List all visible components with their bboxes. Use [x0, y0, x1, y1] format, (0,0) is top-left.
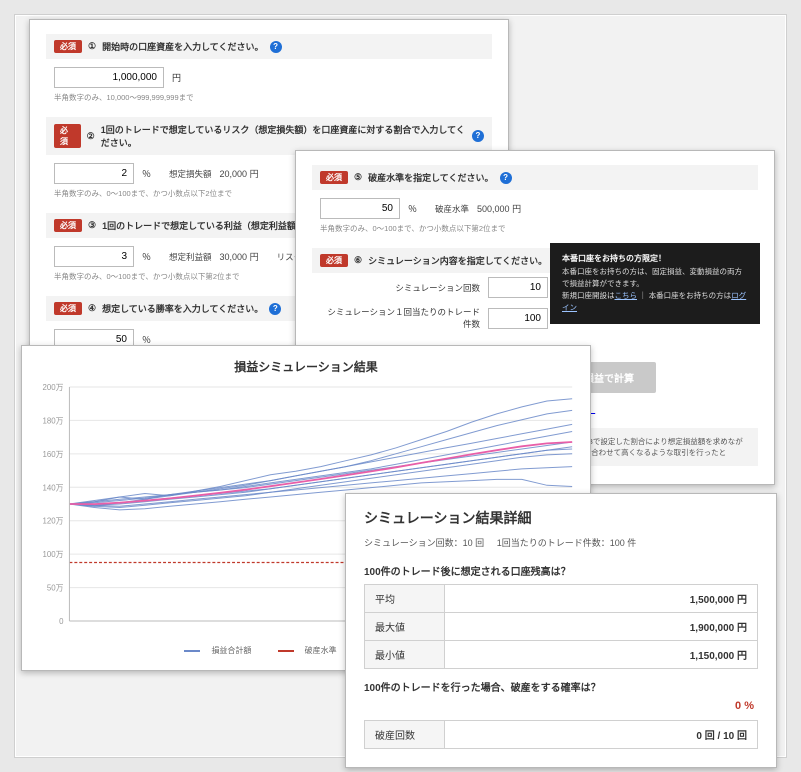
section-title: 破産水準を指定してください。	[368, 171, 493, 184]
svg-text:120万: 120万	[42, 517, 63, 526]
section-title: 想定している勝率を入力してください。	[102, 302, 263, 315]
section-ruin-level: 必須 ⑤ 破産水準を指定してください。 ? ％ 破産水準 500,000 円 半…	[312, 165, 758, 238]
open-account-link[interactable]: こちら	[615, 291, 638, 300]
section-initial-balance: 必須 ① 開始時の口座資産を入力してください。 ? 円 半角数字のみ、10,00…	[46, 34, 492, 107]
section-title: シミュレーション内容を指定してください。	[368, 254, 547, 267]
sim-count-input[interactable]	[488, 277, 548, 298]
required-badge: 必須	[320, 171, 348, 184]
results-detail-card: シミュレーション結果詳細 シミュレーション回数：10 回 1回当たりのトレード件…	[345, 493, 777, 768]
required-badge: 必須	[54, 40, 82, 53]
help-icon[interactable]: ?	[500, 172, 512, 184]
required-badge: 必須	[320, 254, 348, 267]
svg-text:200万: 200万	[42, 383, 63, 392]
results-balance-table: 平均1,500,000 円最大値1,900,000 円最小値1,150,000 …	[364, 584, 758, 669]
svg-text:180万: 180万	[42, 416, 63, 425]
svg-text:0: 0	[59, 617, 64, 626]
svg-text:100万: 100万	[42, 550, 63, 559]
help-icon[interactable]: ?	[270, 41, 282, 53]
stage: 必須 ① 開始時の口座資産を入力してください。 ? 円 半角数字のみ、10,00…	[14, 14, 787, 758]
results-ruin-table: 破産回数 0 回 / 10 回	[364, 720, 758, 749]
ruin-probability: 0 %	[364, 700, 754, 712]
section-title: 1回のトレードで想定しているリスク（想定損失額）を口座資産に対する割合で入力して…	[101, 123, 466, 149]
chart-title: 損益シミュレーション結果	[30, 358, 582, 375]
svg-text:160万: 160万	[42, 450, 63, 459]
results-question-ruin: 100件のトレードを行った場合、破産をする確率は？	[364, 679, 758, 694]
table-row: 最小値1,150,000 円	[365, 641, 758, 669]
required-badge: 必須	[54, 124, 81, 148]
risk-pct-input[interactable]	[54, 163, 134, 184]
results-subtitle: シミュレーション回数：10 回 1回当たりのトレード件数：100 件	[364, 536, 758, 549]
svg-text:50万: 50万	[47, 584, 64, 593]
help-icon[interactable]: ?	[269, 303, 281, 315]
hint-text: 半角数字のみ、0～100まで、かつ小数点以下第2位まで	[312, 223, 758, 238]
results-title: シミュレーション結果詳細	[364, 508, 758, 528]
svg-text:140万: 140万	[42, 483, 63, 492]
hint-text: 半角数字のみ、10,000～999,999,999まで	[46, 92, 492, 107]
required-badge: 必須	[54, 219, 82, 232]
section-title: 開始時の口座資産を入力してください。	[102, 40, 263, 53]
table-row: 平均1,500,000 円	[365, 585, 758, 613]
trades-per-sim-input[interactable]	[488, 308, 548, 329]
table-row: 最大値1,900,000 円	[365, 613, 758, 641]
results-question-balance: 100件のトレード後に想定される口座残高は？	[364, 563, 758, 578]
ruin-pct-input[interactable]	[320, 198, 400, 219]
help-icon[interactable]: ?	[472, 130, 484, 142]
profit-pct-input[interactable]	[54, 246, 134, 267]
account-callout: 本番口座をお持ちの方限定！ 本番口座をお持ちの方は、固定損益、変動損益の両方で損…	[550, 243, 760, 324]
required-badge: 必須	[54, 302, 82, 315]
initial-balance-input[interactable]	[54, 67, 164, 88]
